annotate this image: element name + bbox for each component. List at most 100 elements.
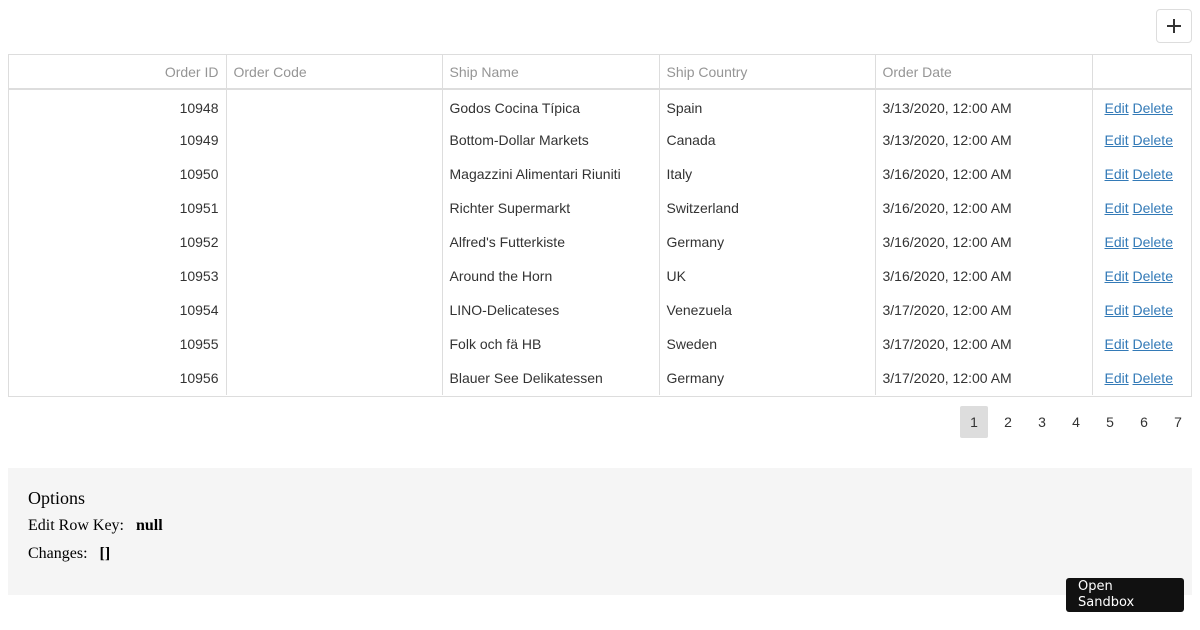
- column-header-order-id[interactable]: Order ID: [9, 55, 227, 90]
- edit-link[interactable]: Edit: [1105, 268, 1129, 284]
- edit-link[interactable]: Edit: [1105, 100, 1129, 116]
- order-code-cell[interactable]: [226, 89, 443, 123]
- order-code-cell[interactable]: [226, 123, 443, 157]
- pagination: 1234567: [960, 406, 1192, 438]
- data-grid: Order ID Order Code Ship Name Ship Count…: [8, 54, 1192, 397]
- table-row[interactable]: 10951 Richter Supermarkt Switzerland 3/16/2…: [9, 191, 1191, 225]
- page-button[interactable]: 7: [1164, 406, 1192, 438]
- edit-link[interactable]: Edit: [1105, 132, 1129, 148]
- ship-name-cell[interactable]: Godos Cocina Típica: [442, 89, 660, 123]
- ship-country-cell[interactable]: Germany: [659, 361, 876, 395]
- column-header-ship-name[interactable]: Ship Name: [442, 55, 660, 90]
- page-button[interactable]: 2: [994, 406, 1022, 438]
- ship-name-cell[interactable]: Around the Horn: [442, 259, 660, 293]
- order-date-cell[interactable]: 3/16/2020, 12:00 AM: [875, 259, 1093, 293]
- order-id-cell[interactable]: 10951: [9, 191, 227, 225]
- order-id-cell[interactable]: 10953: [9, 259, 227, 293]
- order-date-cell[interactable]: 3/16/2020, 12:00 AM: [875, 225, 1093, 259]
- ship-country-cell[interactable]: Germany: [659, 225, 876, 259]
- delete-link[interactable]: Delete: [1133, 268, 1173, 284]
- actions-cell: Edit Delete: [1092, 225, 1191, 259]
- changes-value: []: [99, 545, 111, 562]
- table-row[interactable]: 10950 Magazzini Alimentari Riuniti Italy 3/…: [9, 157, 1191, 191]
- order-date-cell[interactable]: 3/16/2020, 12:00 AM: [875, 157, 1093, 191]
- edit-link[interactable]: Edit: [1105, 302, 1129, 318]
- delete-link[interactable]: Delete: [1133, 200, 1173, 216]
- edit-link[interactable]: Edit: [1105, 370, 1129, 386]
- order-date-cell[interactable]: 3/17/2020, 12:00 AM: [875, 293, 1093, 327]
- ship-country-cell[interactable]: Spain: [659, 89, 876, 123]
- ship-name-cell[interactable]: Richter Supermarkt: [442, 191, 660, 225]
- delete-link[interactable]: Delete: [1133, 336, 1173, 352]
- order-date-cell[interactable]: 3/16/2020, 12:00 AM: [875, 191, 1093, 225]
- order-date-cell[interactable]: 3/17/2020, 12:00 AM: [875, 327, 1093, 361]
- edit-row-key-value: null: [136, 517, 163, 534]
- table-row[interactable]: 10949 Bottom-Dollar Markets Canada 3/13/202…: [9, 123, 1191, 157]
- actions-cell: Edit Delete: [1092, 259, 1191, 293]
- ship-name-cell[interactable]: Magazzini Alimentari Riuniti: [442, 157, 660, 191]
- edit-link[interactable]: Edit: [1105, 234, 1129, 250]
- actions-cell: Edit Delete: [1092, 327, 1191, 361]
- order-code-cell[interactable]: [226, 361, 443, 395]
- order-id-cell[interactable]: 10952: [9, 225, 227, 259]
- ship-country-cell[interactable]: Sweden: [659, 327, 876, 361]
- page-button[interactable]: 4: [1062, 406, 1090, 438]
- ship-country-cell[interactable]: Switzerland: [659, 191, 876, 225]
- delete-link[interactable]: Delete: [1133, 370, 1173, 386]
- options-title: Options: [28, 488, 86, 508]
- ship-name-cell[interactable]: Folk och fä HB: [442, 327, 660, 361]
- actions-cell: Edit Delete: [1092, 293, 1191, 327]
- table-row[interactable]: 10952 Alfred's Futterkiste Germany 3/16/202…: [9, 225, 1191, 259]
- page-button[interactable]: 6: [1130, 406, 1158, 438]
- ship-country-cell[interactable]: Italy: [659, 157, 876, 191]
- table-row[interactable]: 10955 Folk och fä HB Sweden 3/17/2020, 12:0…: [9, 327, 1191, 361]
- ship-name-cell[interactable]: Blauer See Delikatessen: [442, 361, 660, 395]
- ship-name-cell[interactable]: Alfred's Futterkiste: [442, 225, 660, 259]
- ship-country-cell[interactable]: Venezuela: [659, 293, 876, 327]
- delete-link[interactable]: Delete: [1133, 234, 1173, 250]
- order-id-cell[interactable]: 10954: [9, 293, 227, 327]
- ship-name-cell[interactable]: Bottom-Dollar Markets: [442, 123, 660, 157]
- order-code-cell[interactable]: [226, 157, 443, 191]
- ship-country-cell[interactable]: Canada: [659, 123, 876, 157]
- add-row-button[interactable]: [1156, 9, 1192, 43]
- table-row[interactable]: 10954 LINO-Delicateses Venezuela 3/17/2020,…: [9, 293, 1191, 327]
- ship-country-cell[interactable]: UK: [659, 259, 876, 293]
- order-date-cell[interactable]: 3/13/2020, 12:00 AM: [875, 123, 1093, 157]
- delete-link[interactable]: Delete: [1133, 166, 1173, 182]
- edit-link[interactable]: Edit: [1105, 200, 1129, 216]
- order-code-cell[interactable]: [226, 327, 443, 361]
- column-header-order-code[interactable]: Order Code: [226, 55, 443, 90]
- table-row[interactable]: 10953 Around the Horn UK 3/16/2020, 12:00 A…: [9, 259, 1191, 293]
- page-button[interactable]: 5: [1096, 406, 1124, 438]
- delete-link[interactable]: Delete: [1133, 132, 1173, 148]
- order-code-cell[interactable]: [226, 191, 443, 225]
- order-code-cell[interactable]: [226, 225, 443, 259]
- page-button[interactable]: 3: [1028, 406, 1056, 438]
- order-id-cell[interactable]: 10955: [9, 327, 227, 361]
- order-code-cell[interactable]: [226, 259, 443, 293]
- edit-link[interactable]: Edit: [1105, 166, 1129, 182]
- orders-table: Order ID Order Code Ship Name Ship Count…: [9, 55, 1191, 395]
- delete-link[interactable]: Delete: [1133, 100, 1173, 116]
- edit-link[interactable]: Edit: [1105, 336, 1129, 352]
- table-row[interactable]: 10948 Godos Cocina Típica Spain 3/13/2020, …: [9, 89, 1191, 123]
- options-panel: Options Edit Row Key: null Changes: []: [8, 468, 1192, 595]
- table-row[interactable]: 10956 Blauer See Delikatessen Germany 3/17/…: [9, 361, 1191, 395]
- order-code-cell[interactable]: [226, 293, 443, 327]
- order-id-cell[interactable]: 10948: [9, 89, 227, 123]
- column-header-order-date[interactable]: Order Date: [875, 55, 1093, 90]
- actions-cell: Edit Delete: [1092, 191, 1191, 225]
- ship-name-cell[interactable]: LINO-Delicateses: [442, 293, 660, 327]
- order-id-cell[interactable]: 10949: [9, 123, 227, 157]
- order-date-cell[interactable]: 3/17/2020, 12:00 AM: [875, 361, 1093, 395]
- page-button[interactable]: 1: [960, 406, 988, 438]
- actions-cell: Edit Delete: [1092, 361, 1191, 395]
- column-header-ship-country[interactable]: Ship Country: [659, 55, 876, 90]
- order-date-cell[interactable]: 3/13/2020, 12:00 AM: [875, 89, 1093, 123]
- order-id-cell[interactable]: 10950: [9, 157, 227, 191]
- open-sandbox-button[interactable]: Open Sandbox: [1066, 578, 1184, 612]
- order-id-cell[interactable]: 10956: [9, 361, 227, 395]
- column-header-actions: [1092, 55, 1191, 90]
- delete-link[interactable]: Delete: [1133, 302, 1173, 318]
